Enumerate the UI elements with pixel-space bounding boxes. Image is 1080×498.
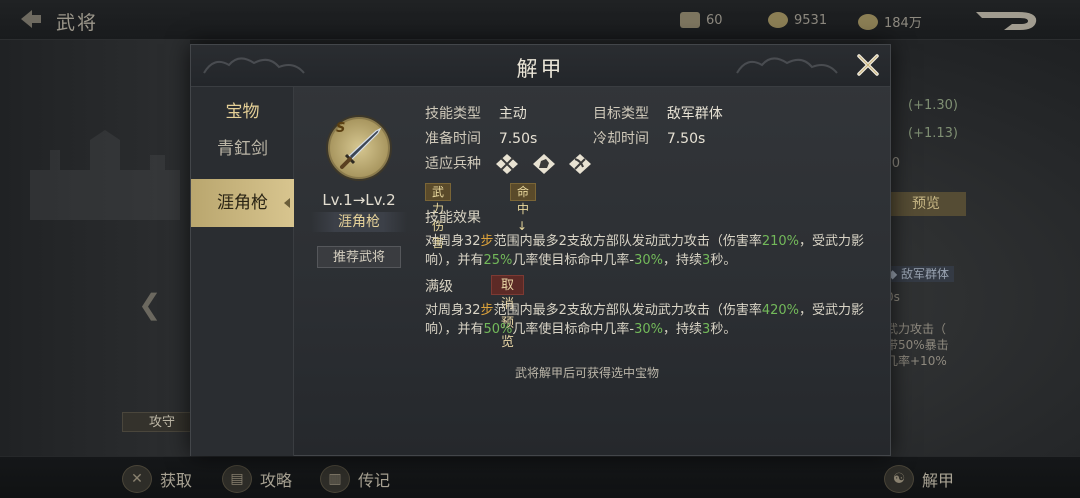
target-type-value: 敌军群体 — [666, 106, 723, 122]
obtain-label: 获取 — [160, 471, 193, 490]
guide-label: 攻略 — [260, 471, 293, 490]
prep-time-row: 准备时间 7.50s — [425, 128, 537, 148]
target-type-label: 目标类型 — [593, 106, 649, 122]
right-text-4: 几率+10% — [886, 354, 947, 368]
resource-token-value: 60 — [706, 12, 723, 28]
weapon-name: 涯角枪 — [311, 212, 407, 232]
stat-bonus-1: (+1.30) — [908, 98, 958, 113]
preview-button[interactable]: 预览 — [886, 192, 966, 216]
cloud-ornament-icon — [736, 57, 838, 74]
biography-button[interactable]: ▥ 传记 — [320, 465, 390, 493]
dialog-header: 解甲 — [191, 45, 890, 87]
cooldown-row: 冷却时间 7.50s — [593, 128, 705, 148]
right-text-2: 武力攻击（ — [886, 322, 947, 336]
cavalry-icon — [532, 154, 555, 174]
guide-button[interactable]: ▤ 攻略 — [222, 465, 292, 493]
resource-silver: 184万 — [858, 12, 922, 31]
skill-type-row: 技能类型 主动 — [425, 103, 527, 123]
max-level-label: 满级 — [425, 279, 453, 295]
copper-coin-icon — [768, 12, 788, 28]
token-icon — [680, 12, 700, 28]
target-tag: ◆ 敌军群体 — [884, 266, 954, 282]
troop-types-row: 适应兵种 — [425, 153, 599, 175]
previous-arrow-icon[interactable]: ❮ — [138, 288, 161, 321]
castle-icon — [30, 130, 180, 220]
top-bar: 武将 60 9531 184万 — [0, 0, 1080, 40]
stat-bonus-2: (+1.13) — [908, 126, 958, 141]
disarm-note: 武将解甲后可获得选中宝物 — [515, 366, 660, 380]
scroll-icon: ▥ — [320, 465, 350, 493]
disarm-bottom-label: 解甲 — [922, 471, 955, 490]
crossed-swords-icon: ✕ — [122, 465, 152, 493]
infantry-icon — [496, 154, 519, 174]
weapon-level: Lv.1→Lv.2 — [322, 191, 396, 209]
page-title: 武将 — [56, 12, 99, 34]
silver-icon — [858, 13, 878, 30]
skill-type-value: 主动 — [498, 106, 527, 122]
resource-copper: 9531 — [768, 12, 827, 28]
resource-token: 60 — [680, 12, 723, 28]
book-icon: ▤ — [222, 465, 252, 493]
right-text-3: 带50%暴击 — [886, 338, 949, 352]
stat-zero: 0 — [891, 156, 900, 171]
biography-label: 传记 — [358, 471, 391, 490]
back-icon[interactable] — [18, 6, 44, 32]
cooldown-value: 7.50s — [666, 131, 706, 147]
prep-time-label: 准备时间 — [425, 131, 481, 147]
resource-copper-value: 9531 — [794, 12, 828, 28]
scene-left: ❮ — [0, 40, 190, 458]
max-level-description: 对周身32步范围内最多2支敌方部队发动武力攻击（伤害率420%，受武力影响），并… — [425, 303, 865, 337]
sidebar-item-qinggang-sword[interactable]: 青釭剑 — [191, 125, 294, 173]
recommend-general-button[interactable]: 推荐武将 — [317, 246, 401, 268]
sidebar-header: 宝物 — [225, 102, 260, 122]
resource-silver-value: 184万 — [884, 16, 922, 31]
skill-type-label: 技能类型 — [425, 106, 481, 122]
treasure-sidebar: 宝物 青釭剑 涯角枪 — [191, 87, 294, 456]
effect-description: 对周身32步范围内最多2支敌方部队发动武力攻击（伤害率210%，受武力影响），并… — [425, 234, 865, 268]
sidebar-item-yajiao-spear[interactable]: 涯角枪 — [191, 179, 294, 227]
disarm-bottom-button[interactable]: ☯ 解甲 — [884, 465, 954, 493]
bottom-bar: ✕ 获取 ▤ 攻略 ▥ 传记 ☯ 解甲 — [0, 456, 1080, 498]
disarm-icon: ☯ — [884, 465, 914, 493]
rank-badge: S — [336, 121, 346, 136]
prep-time-value: 7.50s — [498, 131, 538, 147]
obtain-button[interactable]: ✕ 获取 — [122, 465, 192, 493]
cooldown-label: 冷却时间 — [593, 131, 649, 147]
disarm-dialog: 解甲 宝物 青釭剑 涯角枪 S Lv.1→Lv.2 涯角枪 推荐武将 技能类型 — [190, 44, 891, 456]
tag-hit-down: 命中↓ — [510, 183, 537, 233]
effect-label: 技能效果 — [425, 210, 481, 226]
target-type-row: 目标类型 敌军群体 — [593, 103, 723, 123]
tag-force-damage: 武力伤害 — [425, 183, 452, 250]
cancel-preview-button[interactable]: 取消预览 — [491, 275, 525, 350]
close-icon[interactable] — [854, 51, 882, 79]
archer-icon — [569, 154, 592, 174]
return-button[interactable] — [974, 10, 1040, 32]
troop-types-label: 适应兵种 — [425, 156, 481, 172]
